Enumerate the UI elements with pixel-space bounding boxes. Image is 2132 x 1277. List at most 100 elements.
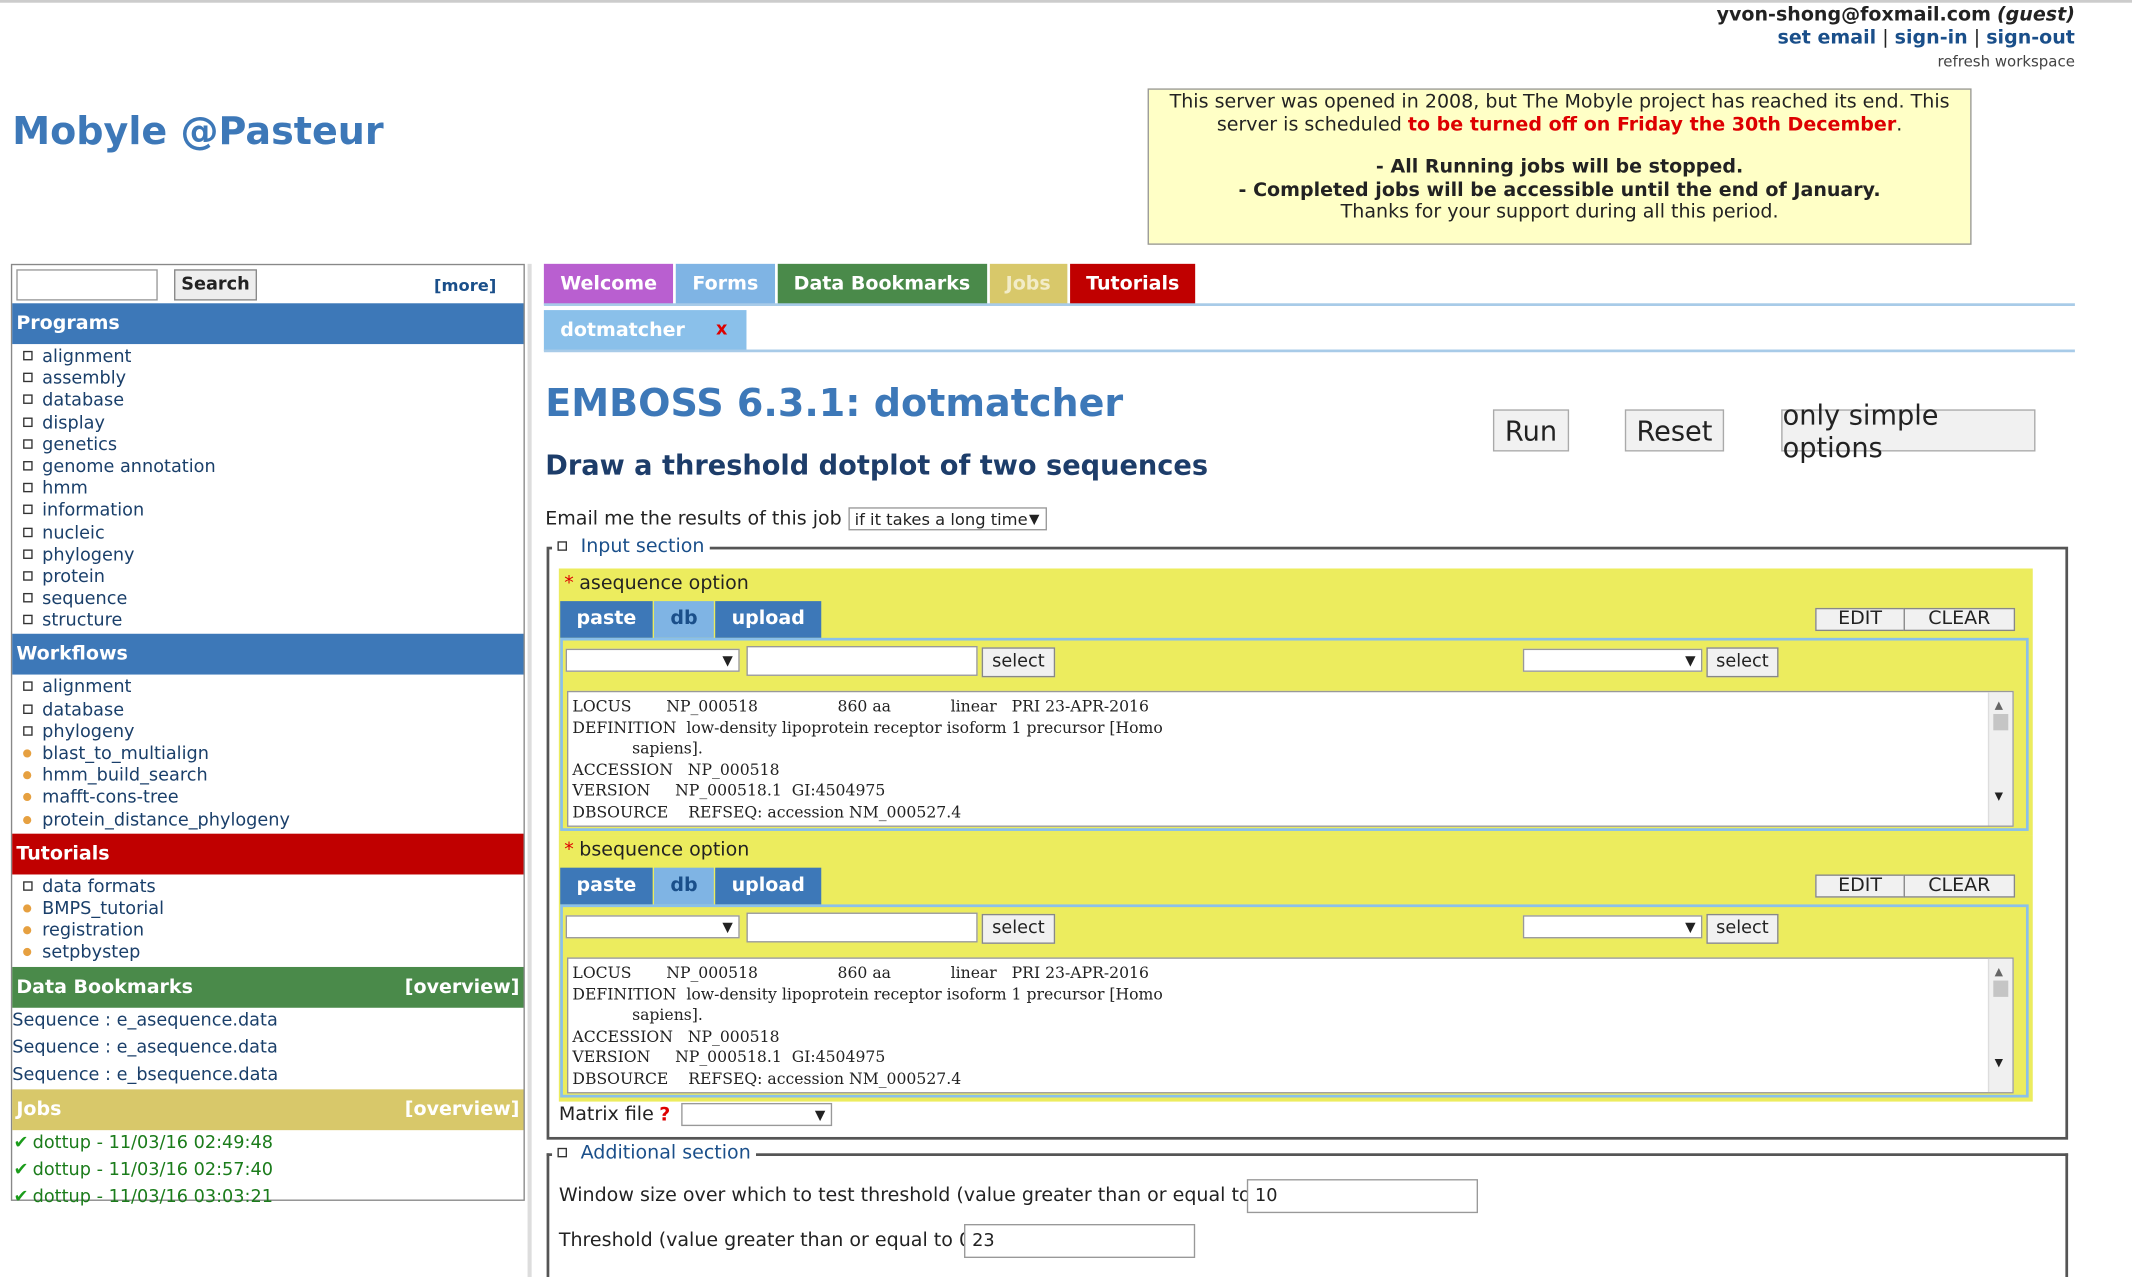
- tab-paste[interactable]: paste: [560, 601, 653, 638]
- edit-button[interactable]: EDIT: [1815, 607, 1905, 632]
- bookmark-item[interactable]: Sequence : e_bsequence.data: [12, 1061, 523, 1088]
- format-select[interactable]: ▼: [1522, 915, 1703, 939]
- refresh-workspace-link[interactable]: refresh workspace: [1717, 50, 2074, 73]
- additional-section-legend[interactable]: Additional section: [552, 1142, 757, 1165]
- matrix-select[interactable]: ▼: [681, 1102, 833, 1127]
- set-email-link[interactable]: set email: [1778, 27, 1877, 49]
- tab-paste[interactable]: paste: [560, 867, 653, 905]
- sign-in-link[interactable]: sign-in: [1895, 27, 1968, 49]
- job-item[interactable]: ✔ dottup - 11/03/16 03:03:21: [12, 1184, 523, 1211]
- programs-header[interactable]: Programs: [12, 303, 524, 345]
- workflow-category[interactable]: phylogeny: [12, 722, 523, 744]
- tutorial-item[interactable]: setpbystep: [12, 943, 523, 965]
- select-button[interactable]: select: [1706, 913, 1779, 944]
- program-category[interactable]: display: [12, 413, 523, 435]
- workflow-item[interactable]: blast_to_multialign: [12, 744, 523, 766]
- reset-button[interactable]: Reset: [1624, 409, 1725, 452]
- search-button[interactable]: Search: [174, 269, 257, 301]
- jobs-overview-link[interactable]: [overview]: [405, 1089, 520, 1130]
- tab-db[interactable]: db: [654, 601, 714, 638]
- edit-button[interactable]: EDIT: [1815, 874, 1905, 898]
- tutorials-header[interactable]: Tutorials: [12, 833, 524, 875]
- email-select[interactable]: if it takes a long time ▼: [847, 507, 1047, 531]
- threshold-input[interactable]: 23: [964, 1224, 1196, 1258]
- select-button[interactable]: select: [1706, 647, 1779, 678]
- sign-out-link[interactable]: sign-out: [1986, 27, 2075, 49]
- program-category[interactable]: assembly: [12, 369, 523, 391]
- window-size-input[interactable]: 10: [1246, 1179, 1478, 1214]
- search-input[interactable]: [16, 269, 158, 301]
- program-category[interactable]: protein: [12, 567, 523, 589]
- program-category[interactable]: hmm: [12, 479, 523, 501]
- program-category[interactable]: nucleic: [12, 523, 523, 545]
- tutorial-item[interactable]: BMPS_tutorial: [12, 899, 523, 921]
- database-select[interactable]: ▼: [565, 648, 740, 672]
- tab-db[interactable]: db: [654, 867, 714, 905]
- workflow-item[interactable]: mafft-cons-tree: [12, 788, 523, 810]
- program-category-label: phylogeny: [42, 544, 135, 566]
- clear-button[interactable]: CLEAR: [1903, 874, 2016, 898]
- bookmarks-header[interactable]: Data Bookmarks [overview]: [12, 966, 524, 1008]
- job-item[interactable]: ✔ dottup - 11/03/16 02:49:48: [12, 1129, 523, 1156]
- tab-jobs[interactable]: Jobs: [989, 263, 1068, 305]
- close-tab-icon[interactable]: x: [716, 310, 727, 351]
- programs-list: alignment assembly database display genetics…: [12, 344, 523, 633]
- tab-upload[interactable]: upload: [715, 867, 822, 905]
- scroll-up-icon[interactable]: ▲: [1995, 962, 2003, 983]
- site-title[interactable]: Mobyle @Pasteur: [12, 109, 383, 154]
- workflow-item[interactable]: protein_distance_phylogeny: [12, 810, 523, 832]
- program-category[interactable]: genetics: [12, 435, 523, 457]
- program-category[interactable]: sequence: [12, 589, 523, 611]
- entry-input[interactable]: [746, 912, 978, 943]
- tutorial-category[interactable]: data formats: [12, 877, 523, 899]
- input-section-legend[interactable]: Input section: [552, 535, 710, 558]
- program-category[interactable]: alignment: [12, 347, 523, 369]
- tutorial-item-label: registration: [42, 920, 145, 942]
- program-category[interactable]: information: [12, 501, 523, 523]
- tutorial-category-label: data formats: [42, 876, 156, 898]
- sidebar-divider[interactable]: [527, 263, 532, 1277]
- program-category[interactable]: phylogeny: [12, 545, 523, 567]
- program-category[interactable]: database: [12, 391, 523, 413]
- clear-button[interactable]: CLEAR: [1903, 607, 2016, 632]
- asequence-panel: * asequence option paste db upload EDIT C…: [558, 568, 2033, 836]
- bookmark-item[interactable]: Sequence : e_asequence.data: [12, 1034, 523, 1061]
- tab-tutorials[interactable]: Tutorials: [1069, 263, 1196, 305]
- bookmarks-overview-link[interactable]: [overview]: [405, 966, 520, 1007]
- workflow-category[interactable]: alignment: [12, 678, 523, 700]
- scroll-up-icon[interactable]: ▲: [1995, 695, 2003, 716]
- job-item[interactable]: ✔ dottup - 11/03/16 02:57:40: [12, 1157, 523, 1184]
- entry-input[interactable]: [746, 646, 978, 676]
- scrollbar[interactable]: ▲ ▼: [1987, 958, 2013, 1093]
- workflow-item[interactable]: hmm_build_search: [12, 766, 523, 788]
- bsequence-textarea[interactable]: LOCUS NP_000518 860 aa linear PRI 23-APR…: [566, 957, 2014, 1094]
- scroll-thumb[interactable]: [1993, 980, 2009, 997]
- format-select[interactable]: ▼: [1522, 648, 1703, 672]
- program-category[interactable]: genome annotation: [12, 457, 523, 479]
- more-link[interactable]: [more]: [434, 276, 496, 295]
- tab-dotmatcher[interactable]: dotmatcher x: [543, 310, 747, 351]
- simple-options-button[interactable]: only simple options: [1781, 398, 2036, 463]
- tab-data-bookmarks[interactable]: Data Bookmarks: [777, 263, 987, 305]
- select-button[interactable]: select: [981, 913, 1056, 944]
- run-button[interactable]: Run: [1492, 409, 1570, 452]
- scroll-thumb[interactable]: [1993, 714, 2009, 731]
- scrollbar[interactable]: ▲ ▼: [1987, 692, 2013, 826]
- database-select[interactable]: ▼: [565, 915, 740, 939]
- help-icon[interactable]: ?: [659, 1104, 670, 1126]
- notice-line-2: server is scheduled to be turned off on …: [1149, 114, 1970, 136]
- jobs-header[interactable]: Jobs [overview]: [12, 1088, 524, 1130]
- workflows-header[interactable]: Workflows: [12, 634, 524, 676]
- asequence-textarea[interactable]: LOCUS NP_000518 860 aa linear PRI 23-APR…: [566, 690, 2014, 827]
- scroll-down-icon[interactable]: ▼: [1995, 1052, 2003, 1073]
- select-button[interactable]: select: [981, 647, 1056, 678]
- bookmark-item[interactable]: Sequence : e_asequence.data: [12, 1007, 523, 1034]
- workflow-category-label: database: [42, 699, 125, 721]
- tab-welcome[interactable]: Welcome: [543, 263, 674, 305]
- tab-forms[interactable]: Forms: [676, 263, 775, 305]
- workflow-category[interactable]: database: [12, 700, 523, 722]
- tab-upload[interactable]: upload: [715, 601, 822, 638]
- program-category[interactable]: structure: [12, 611, 523, 633]
- scroll-down-icon[interactable]: ▼: [1995, 785, 2003, 806]
- tutorial-item[interactable]: registration: [12, 921, 523, 943]
